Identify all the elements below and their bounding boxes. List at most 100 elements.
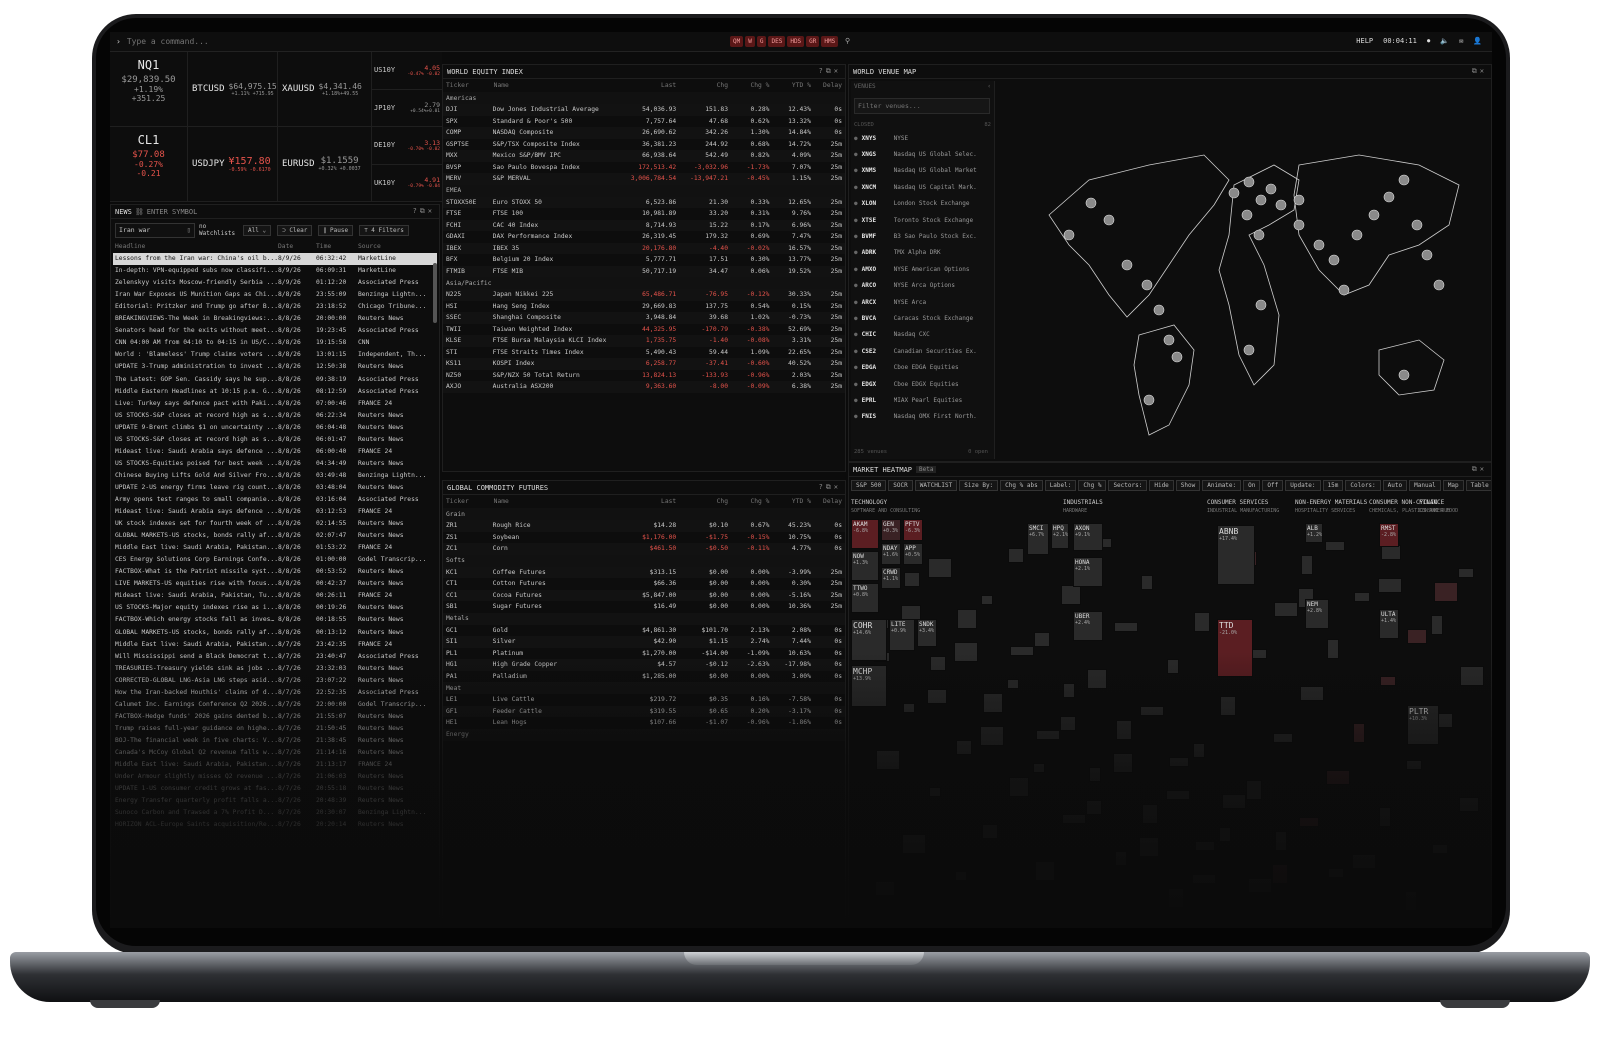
venue-marker[interactable] <box>1421 249 1433 261</box>
heatmap-filler-cell[interactable] <box>1352 854 1376 869</box>
venue-row[interactable]: ● FNIS Nasdaq OMX First North... <box>851 409 994 425</box>
col-time[interactable]: Time <box>316 241 358 253</box>
heatmap-control[interactable]: 15m <box>1322 480 1344 491</box>
venue-row[interactable]: ● BVMF B3 Sao Paulo Stock Exc... <box>851 228 994 244</box>
equity-col-header[interactable]: Chg <box>679 79 731 92</box>
commodity-group-row[interactable]: Grain <box>443 508 845 520</box>
news-row[interactable]: FACTBOX-Hedge funds' 2026 gains dented b… <box>113 711 437 723</box>
heatmap-cell[interactable]: AXON +9.1% <box>1073 523 1103 551</box>
venue-marker[interactable] <box>1398 174 1410 186</box>
fkey-button[interactable]: G <box>756 36 767 47</box>
heatmap-filler-cell[interactable] <box>901 605 921 620</box>
heatmap-filler-cell[interactable] <box>1168 888 1184 908</box>
heatmap-control[interactable]: On <box>1243 480 1261 491</box>
heatmap-cell[interactable]: AKAM -6.8% <box>851 519 879 549</box>
panel-window-icons[interactable]: ⧉✕ <box>1472 465 1487 474</box>
equity-group-row[interactable]: EMEA <box>443 184 845 197</box>
pin-icon[interactable]: ⚲ <box>845 37 850 45</box>
news-row[interactable]: Energy Transfer quarterly profit falls a… <box>113 795 437 807</box>
commodity-row[interactable]: SB1 Sugar Futures $16.49 $0.00 0.00% 10.36% 25… <box>443 601 845 613</box>
heatmap-filler-cell[interactable] <box>1354 592 1370 602</box>
col-headline[interactable]: Headline <box>115 241 278 253</box>
heatmap-filler-cell[interactable] <box>957 609 977 629</box>
venue-filter-input[interactable] <box>854 98 990 114</box>
news-row[interactable]: Mideast live: Saudi Arabia says defence … <box>113 506 437 518</box>
news-row[interactable]: UPDATE 3-Trump administration to invest … <box>113 361 437 373</box>
heatmap-filler-cell[interactable] <box>954 642 978 662</box>
heatmap-filler-cell[interactable] <box>981 595 993 605</box>
equity-row[interactable]: AXJO Australia ASX200 9,363.60 -8.00 -0.09% 6… <box>443 381 845 393</box>
clear-search-icon[interactable]: ▯ <box>187 226 191 235</box>
venue-row[interactable]: ● XTSE Toronto Stock Exchange <box>851 212 994 228</box>
venue-marker[interactable] <box>1163 334 1175 346</box>
heatmap-filler-cell[interactable] <box>1299 817 1319 827</box>
heatmap-cell[interactable]: TTWO +0.8% <box>851 583 879 613</box>
panel-window-icons[interactable]: ?⧉✕ <box>819 67 841 76</box>
heatmap-cell[interactable]: HONA +2.1% <box>1073 557 1103 587</box>
venue-marker[interactable] <box>1253 229 1265 241</box>
heatmap-filler-cell[interactable] <box>1405 891 1417 911</box>
venue-row[interactable]: ● XNGS Nasdaq US Global Selec... <box>851 146 994 162</box>
news-row[interactable]: How the Iran-backed Houthis' claims of d… <box>113 687 437 699</box>
equity-row[interactable]: FCHI CAC 40 Index 8,714.93 15.22 0.17% 6.96% 2… <box>443 219 845 231</box>
fkey-button[interactable]: QM <box>730 36 744 47</box>
commodity-col-header[interactable]: Last <box>611 495 679 508</box>
heatmap-filler-cell[interactable] <box>1434 582 1458 602</box>
heatmap-filler-cell[interactable] <box>956 740 972 755</box>
news-row[interactable]: Trump raises full-year guidance on highe… <box>113 723 437 735</box>
equity-row[interactable]: MERV S&P MERVAL 3,006,784.54 -13,947.21 -0.4… <box>443 173 845 185</box>
quote-tile-cl1[interactable]: CL1 $77.08 -0.27% -0.21 <box>110 127 188 202</box>
venue-row[interactable]: ● ARCO NYSE Arca Options <box>851 278 994 294</box>
equity-row[interactable]: IBEX IBEX 35 20,176.80 -4.40 -0.02% 16.57% 25m <box>443 242 845 254</box>
news-row[interactable]: GLOBAL MARKETS-US stocks, bonds rally af… <box>113 530 437 542</box>
heatmap-filler-cell[interactable] <box>1458 568 1474 578</box>
news-row[interactable]: UPDATE 2-US energy firms leave rig count… <box>113 482 437 494</box>
venue-row[interactable]: ● ARCX NYSE Arca <box>851 294 994 310</box>
heatmap-filler-cell[interactable] <box>1034 632 1050 647</box>
commodity-row[interactable]: KC1 Coffee Futures $313.15 $0.00 0.00% -3.99%… <box>443 566 845 578</box>
venue-row[interactable]: ● EDGX Cboe EDGX Equities <box>851 376 994 392</box>
venue-marker[interactable] <box>1293 194 1305 206</box>
heatmap-cell[interactable]: PLTR +10.3% <box>1407 705 1439 745</box>
heatmap-control[interactable]: Show <box>1175 480 1201 491</box>
news-row[interactable]: Middle Eastern Headlines at 10:15 p.m. G… <box>113 386 437 398</box>
news-row[interactable]: Live: Turkey says defence pact with Paki… <box>113 398 437 410</box>
news-row[interactable]: Mideast live: Saudi Arabia, Pakistan, Tu… <box>113 590 437 602</box>
heatmap-filler-cell[interactable] <box>1431 615 1443 635</box>
news-row[interactable]: CORRECTED-GLOBAL LNG-Asia LNG steps asid… <box>113 675 437 687</box>
equity-col-header[interactable]: Delay <box>814 79 845 92</box>
news-search-field[interactable]: Iran war ▯ <box>115 222 195 238</box>
heatmap-filler-cell[interactable] <box>1009 777 1029 797</box>
heatmap-control[interactable]: Update: <box>1285 480 1321 491</box>
heatmap-filler-cell[interactable] <box>1060 716 1076 731</box>
venue-marker[interactable] <box>1383 191 1395 203</box>
help-link[interactable]: HELP <box>1356 37 1373 46</box>
commodity-row[interactable]: GC1 Gold $4,861.30 $101.70 2.13% 2.08% 0s <box>443 625 845 637</box>
equity-row[interactable]: GSPTSE S&P/TSX Composite Index 36,381.23 24… <box>443 139 845 151</box>
heatmap-filler-cell[interactable] <box>1140 706 1164 716</box>
heatmap-control[interactable]: Animate: <box>1202 480 1242 491</box>
venue-row[interactable]: ● XNCM Nasdaq US Capital Mark... <box>851 179 994 195</box>
news-row[interactable]: BREAKINGVIEWS-The Week in Breakingviews:… <box>113 313 437 325</box>
command-input[interactable] <box>126 37 347 46</box>
heatmap-cell[interactable]: MCHP +13.9% <box>851 665 887 707</box>
heatmap-filler-cell[interactable] <box>1036 730 1060 740</box>
col-date[interactable]: Date <box>278 241 316 253</box>
heatmap-filler-cell[interactable] <box>1116 720 1132 740</box>
news-row[interactable]: The Latest: GOP Sen. Cassidy says he sup… <box>113 374 437 386</box>
bond-row[interactable]: UK10Y 4.91 -0.79% -0.04 <box>372 165 442 202</box>
heatmap-filler-cell[interactable] <box>1406 760 1422 770</box>
heatmap-filler-cell[interactable] <box>1169 757 1189 767</box>
col-source[interactable]: Source <box>358 241 428 253</box>
heatmap-cell[interactable]: PFTV -6.3% <box>903 519 923 541</box>
news-row[interactable]: US STOCKS-S&P closes at record high as s… <box>113 434 437 446</box>
heatmap-cell[interactable]: RMST -2.8% <box>1379 523 1399 547</box>
commodity-group-row[interactable]: Meat <box>443 682 845 694</box>
news-row[interactable]: Calumet Inc. Earnings Conference Q2 2026… <box>113 699 437 711</box>
commodity-row[interactable]: HE1 Lean Hogs $107.66 -$1.07 -0.96% -1.86% 0s <box>443 717 845 729</box>
equity-col-header[interactable]: YTD % <box>772 79 813 92</box>
news-row[interactable]: CES Energy Solutions Corp Earnings Confe… <box>113 554 437 566</box>
heatmap-cell[interactable]: COHR +14.6% <box>851 619 887 661</box>
equity-row[interactable]: KLSE FTSE Bursa Malaysia KLCI Index 1,735.… <box>443 335 845 347</box>
equity-row[interactable]: MXX Mexico S&P/BMV IPC 66,938.64 542.49 0.82… <box>443 150 845 162</box>
